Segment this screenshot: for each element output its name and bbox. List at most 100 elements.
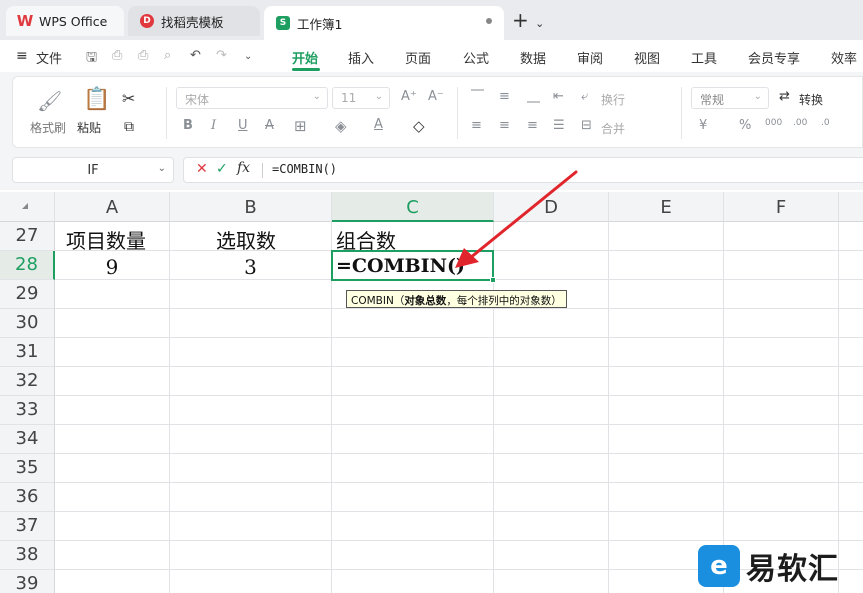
justify-icon[interactable]: ☰ bbox=[553, 118, 565, 133]
cancel-icon[interactable]: ✕ bbox=[196, 161, 208, 177]
font-increase-icon[interactable]: A⁺ bbox=[401, 89, 417, 104]
cell-a28[interactable]: 9 bbox=[55, 253, 169, 282]
menu-tab-formulas[interactable]: 公式 bbox=[463, 48, 489, 67]
column-header-d[interactable]: D bbox=[494, 192, 609, 222]
convert-icon[interactable]: ⇄ bbox=[779, 89, 790, 104]
menu-tab-page[interactable]: 页面 bbox=[405, 48, 431, 67]
tab-wps-office[interactable]: W WPS Office bbox=[6, 6, 124, 36]
confirm-icon[interactable]: ✓ bbox=[216, 161, 228, 177]
column-header-g[interactable] bbox=[839, 192, 863, 222]
align-right-icon[interactable]: ≡ bbox=[527, 118, 538, 133]
align-middle-icon[interactable]: ≡ bbox=[499, 89, 510, 104]
print-icon[interactable]: ⎙ bbox=[138, 48, 148, 63]
row-header-30[interactable]: 30 bbox=[0, 309, 55, 338]
increase-decimal-icon[interactable]: .00 bbox=[793, 118, 807, 128]
row-header-39[interactable]: 39 bbox=[0, 570, 55, 593]
row-header-31[interactable]: 31 bbox=[0, 338, 55, 367]
menu-tab-efficiency[interactable]: 效率 bbox=[831, 48, 857, 67]
menu-tab-home[interactable]: 开始 bbox=[292, 48, 318, 67]
fill-color-icon[interactable]: ◈ bbox=[335, 117, 347, 135]
menu-tab-tools[interactable]: 工具 bbox=[691, 48, 717, 67]
eraser-icon[interactable]: ◇ bbox=[413, 117, 425, 135]
copy-icon[interactable]: ⧉ bbox=[124, 119, 134, 135]
undo-icon[interactable]: ↶ bbox=[190, 48, 201, 63]
menu-tab-member[interactable]: 会员专享 bbox=[748, 48, 800, 67]
hamburger-icon[interactable]: ≡ bbox=[16, 48, 28, 64]
font-decrease-icon[interactable]: A⁻ bbox=[428, 89, 444, 104]
menu-tab-data[interactable]: 数据 bbox=[520, 48, 546, 67]
row-header-28[interactable]: 28 bbox=[0, 251, 55, 280]
align-top-icon[interactable]: ⎺ bbox=[471, 89, 484, 104]
number-format-select[interactable]: 常规 ⌄ bbox=[691, 87, 769, 109]
cell-a27[interactable]: 项目数量 bbox=[66, 223, 146, 253]
print-preview-icon[interactable]: ⌕ bbox=[164, 48, 171, 63]
menu-file[interactable]: 文件 bbox=[36, 48, 62, 67]
thousands-icon[interactable]: 000 bbox=[765, 118, 782, 128]
menu-tab-review[interactable]: 审阅 bbox=[577, 48, 603, 67]
function-tooltip: COMBIN（对象总数，每个排列中的对象数） bbox=[346, 290, 567, 308]
align-bottom-icon[interactable]: ⎽ bbox=[527, 89, 540, 104]
name-box[interactable]: IF ⌄ bbox=[12, 157, 174, 183]
row-header-33[interactable]: 33 bbox=[0, 396, 55, 425]
cell-b28[interactable]: 3 bbox=[170, 253, 331, 282]
currency-icon[interactable]: ¥ bbox=[699, 118, 707, 133]
percent-icon[interactable]: % bbox=[739, 118, 751, 133]
column-header-f[interactable]: F bbox=[724, 192, 839, 222]
column-header-b[interactable]: B bbox=[170, 192, 332, 222]
wrap-text-label[interactable]: 换行 bbox=[601, 91, 625, 108]
cell-c27[interactable]: 组合数 bbox=[336, 223, 396, 253]
insert-function-icon[interactable]: fx bbox=[237, 160, 250, 176]
merge-label[interactable]: 合并 bbox=[601, 120, 625, 137]
export-pdf-icon[interactable]: ⎙ bbox=[112, 48, 122, 63]
convert-label[interactable]: 转换 bbox=[799, 91, 823, 108]
row-header-27[interactable]: 27 bbox=[0, 222, 55, 251]
font-name-select[interactable]: 宋体 ⌄ bbox=[176, 87, 328, 109]
indent-decrease-icon[interactable]: ⇤ bbox=[553, 89, 564, 104]
new-tab-plus-icon[interactable]: + ⌄ bbox=[512, 8, 544, 32]
gridline bbox=[55, 366, 863, 367]
active-cell-c28[interactable]: =COMBIN() bbox=[331, 250, 494, 281]
column-header-e[interactable]: E bbox=[609, 192, 724, 222]
cell-b27[interactable]: 选取数 bbox=[216, 223, 276, 253]
save-icon[interactable]: 🖫 bbox=[86, 48, 97, 70]
redo-icon[interactable]: ↷ bbox=[216, 48, 227, 63]
paste-label[interactable]: 粘贴 bbox=[77, 119, 101, 136]
formula-input[interactable]: =COMBIN() bbox=[272, 162, 337, 176]
row-header-34[interactable]: 34 bbox=[0, 425, 55, 454]
select-all-corner[interactable] bbox=[0, 192, 55, 222]
italic-icon[interactable]: I bbox=[211, 118, 216, 133]
chevron-down-icon[interactable]: ⌄ bbox=[244, 51, 252, 62]
border-icon[interactable]: ⊞ bbox=[294, 117, 307, 135]
tab-templates[interactable]: D 找稻壳模板 bbox=[128, 6, 260, 36]
chevron-down-icon: ⌄ bbox=[753, 91, 762, 102]
row-header-37[interactable]: 37 bbox=[0, 512, 55, 541]
merge-cells-icon[interactable]: ⊟ bbox=[581, 118, 592, 133]
gridline bbox=[608, 222, 609, 593]
row-header-29[interactable]: 29 bbox=[0, 280, 55, 309]
format-painter-label[interactable]: 格式刷 bbox=[30, 119, 66, 136]
row-header-38[interactable]: 38 bbox=[0, 541, 55, 570]
align-left-icon[interactable]: ≡ bbox=[471, 118, 482, 133]
column-header-c[interactable]: C bbox=[332, 192, 494, 222]
bold-icon[interactable]: B bbox=[183, 118, 193, 133]
fill-handle[interactable] bbox=[490, 277, 496, 283]
strikethrough-icon[interactable]: A bbox=[265, 118, 274, 133]
paste-icon[interactable]: 📋 bbox=[83, 87, 110, 112]
decrease-decimal-icon[interactable]: .0 bbox=[821, 118, 830, 128]
font-size-select[interactable]: 11 ⌄ bbox=[332, 87, 390, 109]
spreadsheet-grid[interactable]: A B C D E F 27 28 29 30 31 32 33 34 35 3… bbox=[0, 192, 863, 593]
menu-tab-insert[interactable]: 插入 bbox=[348, 48, 374, 67]
menu-tab-view[interactable]: 视图 bbox=[634, 48, 660, 67]
column-header-a[interactable]: A bbox=[55, 192, 170, 222]
wrap-text-icon[interactable]: ⤶ bbox=[581, 89, 588, 104]
cut-icon[interactable]: ✂ bbox=[122, 89, 135, 108]
ribbon-panel: 🖌 格式刷 📋 粘贴 ✂ ⧉ 宋体 ⌄ 11 ⌄ A⁺ A⁻ B I U A ⊞ ◈… bbox=[12, 76, 863, 148]
format-painter-icon[interactable]: 🖌 bbox=[37, 89, 62, 113]
underline-icon[interactable]: U bbox=[238, 118, 248, 133]
align-center-icon[interactable]: ≡ bbox=[499, 118, 510, 133]
row-header-36[interactable]: 36 bbox=[0, 483, 55, 512]
row-header-32[interactable]: 32 bbox=[0, 367, 55, 396]
font-color-icon[interactable]: A bbox=[374, 117, 383, 132]
tab-workbook[interactable]: S 工作簿1 bbox=[264, 6, 504, 40]
row-header-35[interactable]: 35 bbox=[0, 454, 55, 483]
